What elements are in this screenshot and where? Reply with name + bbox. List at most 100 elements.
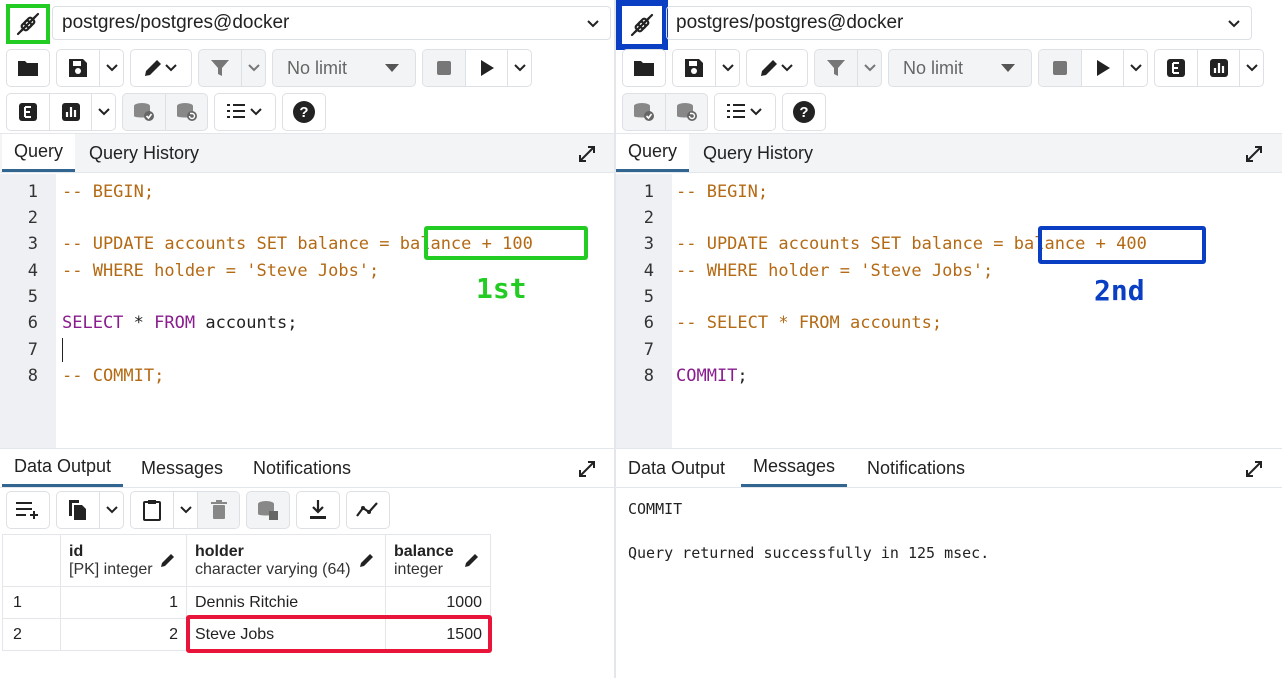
edit-button[interactable] <box>747 50 807 86</box>
commit-button[interactable] <box>123 94 165 130</box>
filter-dropdown[interactable] <box>857 50 881 86</box>
row-limit-select[interactable]: No limit <box>272 49 416 87</box>
copy-button[interactable] <box>57 492 99 528</box>
pencil-icon[interactable] <box>359 552 375 568</box>
tab-query[interactable]: Query <box>2 134 76 172</box>
output-tabbar: Data Output Messages Notifications <box>616 448 1282 488</box>
stop-button[interactable] <box>1039 50 1081 86</box>
code-line: -- WHERE holder = 'Steve Jobs'; <box>62 261 380 281</box>
help-button[interactable]: ? <box>283 94 325 130</box>
line-number: 2 <box>643 208 654 228</box>
explain-analyze-button[interactable] <box>1197 50 1239 86</box>
save-data-group <box>246 491 290 529</box>
cell-id[interactable]: 2 <box>60 618 187 651</box>
open-file-button[interactable] <box>623 50 665 86</box>
column-type: character varying (64) <box>195 560 351 578</box>
explain-button[interactable] <box>7 94 49 130</box>
stop-icon <box>437 61 451 75</box>
cell-balance[interactable]: 1000 <box>385 586 491 619</box>
transaction-group <box>122 93 208 131</box>
cell-id[interactable]: 1 <box>60 586 187 619</box>
filter-button[interactable] <box>815 50 857 86</box>
tab-messages[interactable]: Messages <box>129 449 235 487</box>
open-file-button[interactable] <box>7 50 49 86</box>
pencil-icon[interactable] <box>160 552 176 568</box>
execute-dropdown[interactable] <box>507 50 531 86</box>
stop-button[interactable] <box>423 50 465 86</box>
execute-button[interactable] <box>1081 50 1123 86</box>
filter-button[interactable] <box>199 50 241 86</box>
sql-editor[interactable]: 1 2 3 4 5 6 7 8 -- BEGIN; -- UPDATE acco… <box>616 174 1282 448</box>
pencil-icon[interactable] <box>464 552 480 568</box>
expand-icon[interactable] <box>1244 459 1264 479</box>
save-dropdown[interactable] <box>99 50 123 86</box>
edit-button[interactable] <box>131 50 191 86</box>
help-group: ? <box>782 93 826 131</box>
stop-icon <box>1053 61 1067 75</box>
sql-editor[interactable]: 1 2 3 4 5 6 7 8 -- BEGIN; -- UPDATE acco… <box>0 174 615 448</box>
execute-dropdown[interactable] <box>1123 50 1147 86</box>
rollback-icon <box>176 103 197 121</box>
connection-select[interactable]: postgres/postgres@docker <box>52 6 611 40</box>
transaction-group <box>622 93 708 131</box>
chevron-down-icon <box>97 108 110 116</box>
save-dropdown[interactable] <box>715 50 739 86</box>
execute-group <box>422 49 532 87</box>
column-header-id[interactable]: id [PK] integer <box>60 534 187 587</box>
help-button[interactable]: ? <box>783 94 825 130</box>
tab-notifications[interactable]: Notifications <box>241 449 363 487</box>
tab-query-history[interactable]: Query History <box>77 134 211 172</box>
add-row-button[interactable] <box>7 492 49 528</box>
download-icon <box>310 500 326 519</box>
explain-icon <box>19 103 37 121</box>
delete-icon <box>210 500 227 519</box>
tab-data-output[interactable]: Data Output <box>2 449 124 487</box>
tab-data-output[interactable]: Data Output <box>616 449 737 487</box>
explain-analyze-button[interactable] <box>49 94 91 130</box>
rollback-button[interactable] <box>165 94 207 130</box>
tab-messages[interactable]: Messages <box>741 449 848 487</box>
paste-button[interactable] <box>131 492 173 528</box>
connection-select[interactable]: postgres/postgres@docker <box>666 6 1252 40</box>
connection-status-button[interactable] <box>616 0 668 50</box>
cell-holder[interactable]: Dennis Ritchie <box>186 586 386 619</box>
tab-notifications[interactable]: Notifications <box>855 449 977 487</box>
rollback-button[interactable] <box>665 94 707 130</box>
line-number: 5 <box>27 287 38 307</box>
tab-messages-label: Messages <box>753 456 836 476</box>
expand-icon[interactable] <box>1244 144 1264 164</box>
save-data-button[interactable] <box>247 492 289 528</box>
connection-bar: postgres/postgres@docker <box>0 0 615 46</box>
copy-group <box>56 491 124 529</box>
expand-icon[interactable] <box>577 459 597 479</box>
macros-button[interactable] <box>215 94 275 130</box>
save-button[interactable] <box>57 50 99 86</box>
delete-button[interactable] <box>197 492 239 528</box>
column-header-balance[interactable]: balance integer <box>385 534 491 587</box>
row-number-header <box>2 534 61 587</box>
tab-query-history[interactable]: Query History <box>691 134 825 172</box>
commit-button[interactable] <box>623 94 665 130</box>
tab-query-history-label: Query History <box>89 142 200 163</box>
line-number: 6 <box>27 313 38 333</box>
explain-dropdown[interactable] <box>91 94 115 130</box>
row-number[interactable]: 2 <box>2 618 61 651</box>
row-number[interactable]: 1 <box>2 586 61 619</box>
save-button[interactable] <box>673 50 715 86</box>
connection-bar: postgres/postgres@docker <box>616 0 1282 50</box>
connection-status-button[interactable] <box>6 4 50 44</box>
graph-visualiser-button[interactable] <box>347 492 389 528</box>
paste-dropdown[interactable] <box>173 492 197 528</box>
expand-icon[interactable] <box>577 144 597 164</box>
filter-dropdown[interactable] <box>241 50 265 86</box>
execute-button[interactable] <box>465 50 507 86</box>
tab-notifications-label: Notifications <box>867 457 966 478</box>
column-header-holder[interactable]: holder character varying (64) <box>186 534 386 587</box>
row-limit-select[interactable]: No limit <box>888 49 1032 87</box>
macros-button[interactable] <box>715 94 775 130</box>
tab-query[interactable]: Query <box>616 134 690 172</box>
copy-dropdown[interactable] <box>99 492 123 528</box>
explain-button[interactable] <box>1155 50 1197 86</box>
download-button[interactable] <box>297 492 339 528</box>
explain-dropdown[interactable] <box>1239 50 1263 86</box>
